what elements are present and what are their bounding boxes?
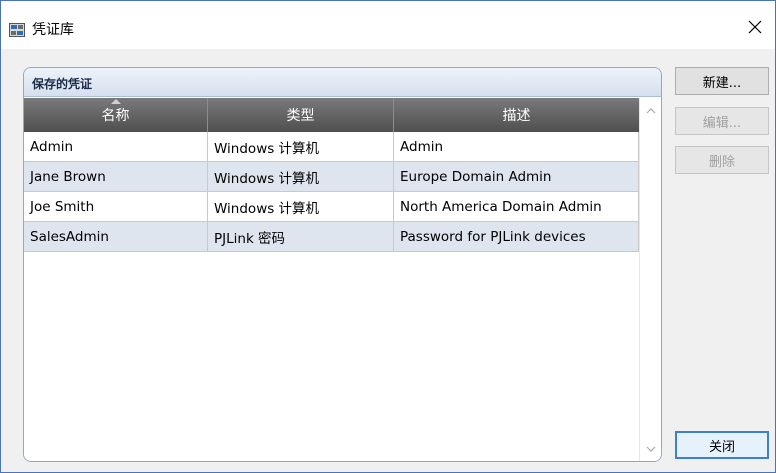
table-row[interactable]: Admin Windows 计算机 Admin <box>24 132 639 162</box>
group-title: 保存的凭证 <box>32 77 93 91</box>
title-bar: 凭证库 <box>1 1 775 49</box>
chevron-up-icon <box>646 108 655 114</box>
cell-name: Jane Brown <box>24 162 208 192</box>
table-row[interactable]: Jane Brown Windows 计算机 Europe Domain Adm… <box>24 162 639 192</box>
app-icon <box>9 23 25 37</box>
credential-store-dialog: 凭证库 保存的凭证 名称 类型 描述 Admin Windows 计算机 Adm… <box>0 0 776 473</box>
table-header: 名称 类型 描述 <box>24 98 639 132</box>
cell-type: PJLink 密码 <box>208 222 394 252</box>
table-row[interactable]: Joe Smith Windows 计算机 North America Doma… <box>24 192 639 222</box>
column-header-description[interactable]: 描述 <box>394 98 639 132</box>
saved-credentials-group: 保存的凭证 名称 类型 描述 Admin Windows 计算机 Admin J… <box>23 67 662 462</box>
new-button[interactable]: 新建... <box>675 67 769 95</box>
column-header-name[interactable]: 名称 <box>24 98 208 132</box>
window-title: 凭证库 <box>32 22 74 38</box>
cell-description: Password for PJLink devices <box>394 222 639 252</box>
cell-description: North America Domain Admin <box>394 192 639 222</box>
cell-type: Windows 计算机 <box>208 162 394 192</box>
close-button[interactable]: 关闭 <box>675 431 769 459</box>
scroll-up-button[interactable] <box>640 102 661 120</box>
cell-type: Windows 计算机 <box>208 132 394 162</box>
table-row[interactable]: SalesAdmin PJLink 密码 Password for PJLink… <box>24 222 639 252</box>
cell-name: Joe Smith <box>24 192 208 222</box>
scroll-down-button[interactable] <box>640 440 661 458</box>
edit-button[interactable]: 编辑... <box>675 107 769 135</box>
delete-button[interactable]: 删除 <box>675 146 769 174</box>
credentials-table: 名称 类型 描述 Admin Windows 计算机 Admin Jane Br… <box>24 98 661 461</box>
cell-name: Admin <box>24 132 208 162</box>
vertical-scrollbar[interactable] <box>639 98 661 461</box>
cell-description: Europe Domain Admin <box>394 162 639 192</box>
close-icon <box>748 20 762 34</box>
group-header: 保存的凭证 <box>24 68 661 97</box>
sort-ascending-icon <box>110 99 121 104</box>
chevron-down-icon <box>646 446 655 452</box>
table-body: Admin Windows 计算机 Admin Jane Brown Windo… <box>24 132 639 252</box>
close-window-button[interactable] <box>735 9 775 45</box>
column-header-type[interactable]: 类型 <box>208 98 394 132</box>
cell-type: Windows 计算机 <box>208 192 394 222</box>
cell-description: Admin <box>394 132 639 162</box>
cell-name: SalesAdmin <box>24 222 208 252</box>
